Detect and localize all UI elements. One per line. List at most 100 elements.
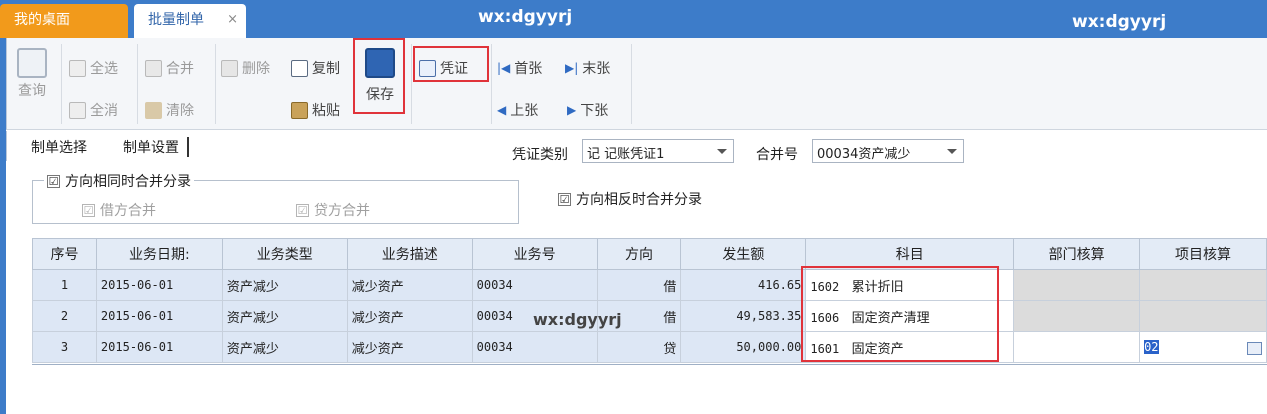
copy-button[interactable]: 复制 xyxy=(291,58,340,78)
select-all-icon xyxy=(69,59,86,77)
business-type-cell[interactable]: 资产减少 xyxy=(221,269,348,301)
calendar-icon[interactable] xyxy=(1247,341,1262,355)
toolbar: 查询 全选 全消 合并 清除 删除 复制 粘贴 保存 凭证 |◀ 首张 ▶| 末… xyxy=(6,38,1267,130)
tab-label: 批量制单 xyxy=(148,12,204,28)
watermark: wx:dgyyrj xyxy=(1072,12,1167,32)
checkbox-icon: ☑ xyxy=(47,174,60,188)
next-label: 下张 xyxy=(580,103,609,119)
business-desc-cell[interactable]: 减少资产 xyxy=(346,300,473,332)
project-cell[interactable] xyxy=(1139,269,1267,301)
business-date-cell[interactable]: 2015-06-01 xyxy=(95,300,223,332)
project-input-value[interactable]: 02 xyxy=(1144,339,1159,354)
clear-button[interactable]: 清除 xyxy=(145,100,194,120)
column-header[interactable]: 业务类型 xyxy=(221,238,348,270)
checkbox-icon: ☑ xyxy=(558,192,571,206)
close-icon[interactable]: × xyxy=(227,4,238,36)
broom-icon xyxy=(145,101,162,119)
voucher-type-value: 记 记账凭证1 xyxy=(587,147,665,162)
business-no-cell[interactable]: 00034 xyxy=(471,331,598,363)
credit-merge-checkbox[interactable]: ☑ 贷方合并 xyxy=(296,200,370,220)
deselect-all-icon xyxy=(69,101,86,119)
watermark: wx:dgyyrj xyxy=(478,7,573,27)
business-no-cell[interactable]: 00034 xyxy=(471,269,598,301)
copy-icon xyxy=(291,59,308,77)
paste-button[interactable]: 粘贴 xyxy=(291,100,340,120)
business-desc-cell[interactable]: 减少资产 xyxy=(346,269,473,301)
department-cell[interactable] xyxy=(1013,300,1141,332)
column-header[interactable]: 业务日期: xyxy=(95,238,223,270)
merge-label: 合并 xyxy=(166,61,194,77)
grid-empty-area xyxy=(32,364,1267,414)
select-all-button[interactable]: 全选 xyxy=(69,58,118,78)
paste-label: 粘贴 xyxy=(312,103,340,119)
prev-label: 上张 xyxy=(510,103,539,119)
table-row[interactable]: 1 2015-06-01 资产减少 减少资产 00034 借 416.65 16… xyxy=(32,269,1267,301)
last-page-icon: ▶| xyxy=(565,61,579,75)
same-direction-checkbox[interactable]: ☑ 方向相同时合并分录 xyxy=(44,171,194,191)
business-desc-cell[interactable]: 减少资产 xyxy=(346,331,473,363)
first-button[interactable]: |◀ 首张 xyxy=(497,58,542,78)
direction-cell[interactable]: 贷 xyxy=(596,331,682,363)
credit-merge-label: 贷方合并 xyxy=(314,203,370,219)
business-type-cell[interactable]: 资产减少 xyxy=(221,300,348,332)
query-label: 查询 xyxy=(18,83,46,99)
tab-batch-voucher[interactable]: 批量制单 × xyxy=(134,4,246,38)
tab-my-desktop[interactable]: 我的桌面 xyxy=(0,4,128,38)
separator xyxy=(411,44,412,124)
column-header[interactable]: 业务描述 xyxy=(346,238,473,270)
voucher-type-select[interactable]: 记 记账凭证1 xyxy=(582,139,734,163)
debit-merge-checkbox[interactable]: ☑ 借方合并 xyxy=(82,200,156,220)
column-header[interactable]: 业务号 xyxy=(471,238,598,270)
query-button[interactable]: 查询 xyxy=(17,48,47,100)
merge-no-select[interactable]: 00034资产减少 xyxy=(812,139,964,163)
project-cell[interactable]: 02 xyxy=(1139,331,1267,363)
checkbox-icon: ☑ xyxy=(296,203,309,217)
separator xyxy=(61,44,62,124)
debit-merge-label: 借方合并 xyxy=(100,203,156,219)
grid-header-row: 序号 业务日期: 业务类型 业务描述 业务号 方向 发生额 科目 部门核算 项目… xyxy=(32,238,1267,270)
column-header[interactable]: 科目 xyxy=(805,238,1015,270)
column-header[interactable]: 方向 xyxy=(596,238,682,270)
direction-cell[interactable]: 借 xyxy=(596,269,682,301)
separator xyxy=(137,44,138,124)
column-header[interactable]: 项目核算 xyxy=(1139,238,1267,270)
department-cell[interactable] xyxy=(1013,269,1141,301)
separator xyxy=(215,44,216,124)
merge-button[interactable]: 合并 xyxy=(145,58,194,78)
deselect-all-label: 全消 xyxy=(90,103,118,119)
amount-cell[interactable]: 49,583.35 xyxy=(680,300,807,332)
column-header[interactable]: 发生额 xyxy=(680,238,807,270)
first-label: 首张 xyxy=(514,61,543,77)
copy-label: 复制 xyxy=(312,61,340,77)
amount-cell[interactable]: 416.65 xyxy=(680,269,807,301)
delete-button[interactable]: 删除 xyxy=(221,58,270,78)
department-cell[interactable] xyxy=(1013,331,1141,363)
table-row[interactable]: 2 2015-06-01 资产减少 减少资产 00034 借 49,583.35… xyxy=(32,300,1267,332)
business-type-cell[interactable]: 资产减少 xyxy=(221,331,348,363)
next-button[interactable]: ▶ 下张 xyxy=(567,100,608,120)
first-page-icon: |◀ xyxy=(497,61,511,75)
deselect-all-button[interactable]: 全消 xyxy=(69,100,118,120)
business-date-cell[interactable]: 2015-06-01 xyxy=(95,269,223,301)
column-header[interactable]: 部门核算 xyxy=(1013,238,1141,270)
voucher-type-label: 凭证类别 xyxy=(512,147,568,163)
next-page-icon: ▶ xyxy=(567,103,577,117)
opposite-direction-checkbox[interactable]: ☑ 方向相反时合并分录 xyxy=(558,189,702,209)
checkbox-icon: ☑ xyxy=(82,203,95,217)
row-number: 3 xyxy=(32,331,97,363)
tab-label: 我的桌面 xyxy=(14,12,70,28)
amount-cell[interactable]: 50,000.00 xyxy=(680,331,807,363)
tab-voucher-settings[interactable]: 制单设置 xyxy=(123,137,189,157)
account-highlight-box xyxy=(801,266,999,362)
column-header[interactable]: 序号 xyxy=(32,238,97,270)
merge-icon xyxy=(145,59,162,77)
project-cell[interactable] xyxy=(1139,300,1267,332)
business-date-cell[interactable]: 2015-06-01 xyxy=(95,331,223,363)
last-button[interactable]: ▶| 末张 xyxy=(565,58,610,78)
table-row[interactable]: 3 2015-06-01 资产减少 减少资产 00034 贷 50,000.00… xyxy=(32,331,1267,363)
clear-label: 清除 xyxy=(166,103,194,119)
prev-button[interactable]: ◀ 上张 xyxy=(497,100,538,120)
title-bar: 我的桌面 批量制单 × wx:dgyyrj wx:dgyyrj xyxy=(0,0,1267,38)
merge-no-label: 合并号 xyxy=(756,147,798,163)
tab-voucher-select[interactable]: 制单选择 xyxy=(31,137,87,157)
